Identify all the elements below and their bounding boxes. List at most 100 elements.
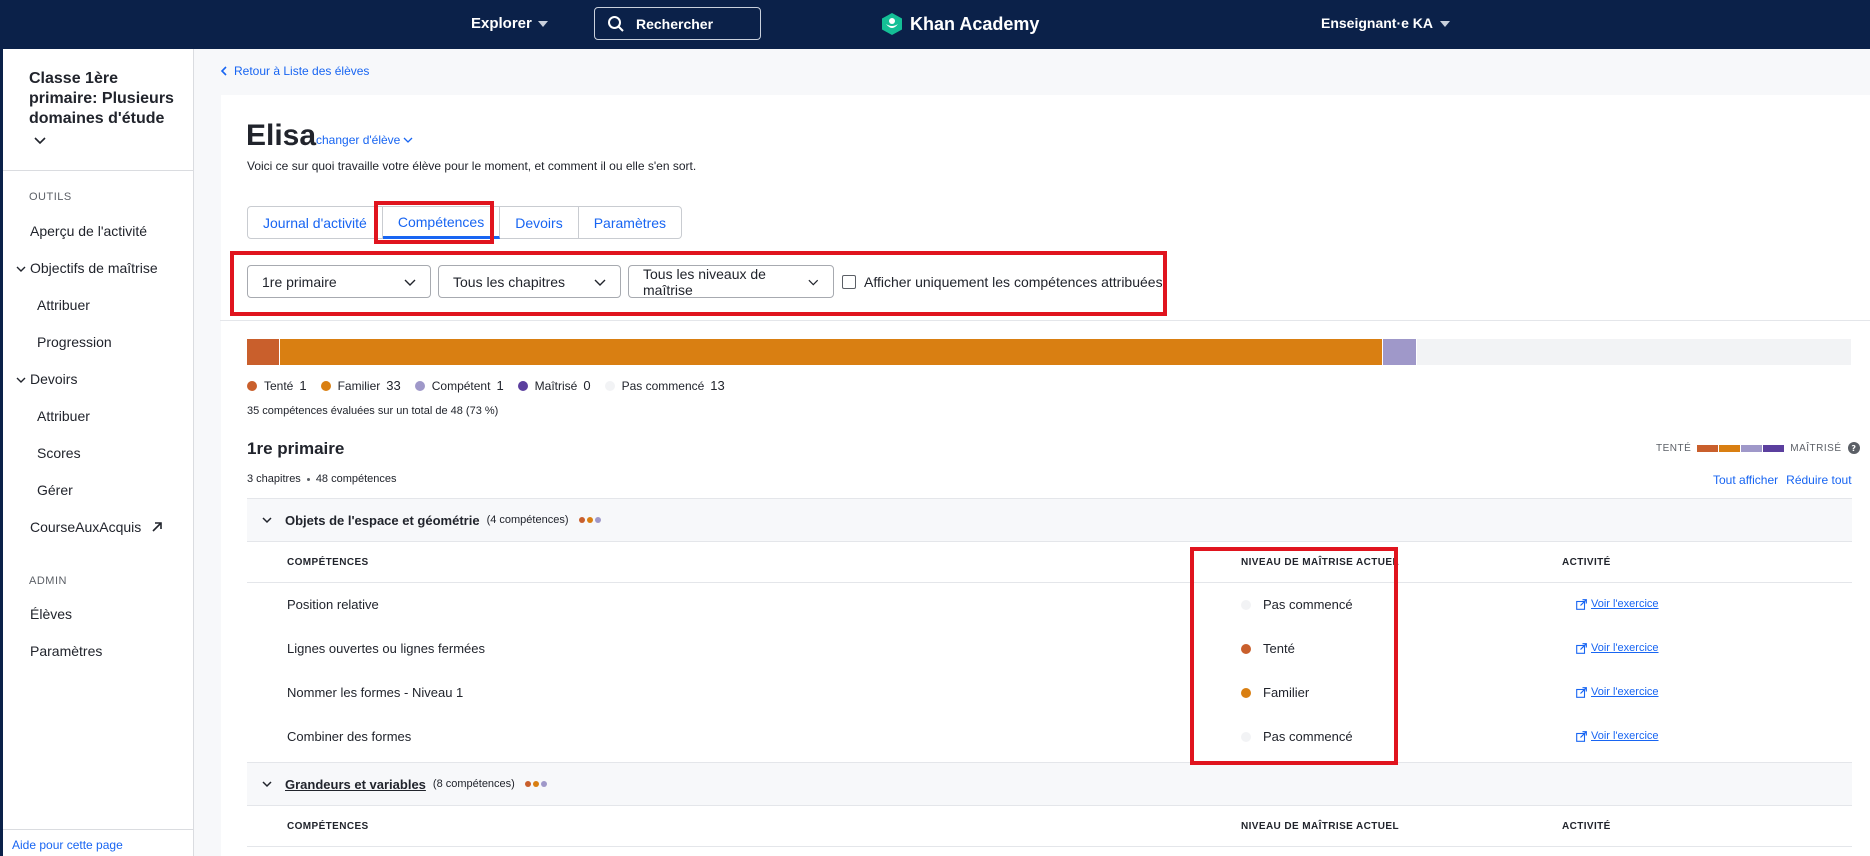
proficient-dot xyxy=(540,781,547,787)
chevron-down-icon[interactable] xyxy=(15,263,27,275)
highlight-box xyxy=(374,201,494,244)
sidebar-item-mastery-assign[interactable]: Attribuer xyxy=(37,297,90,313)
tab-settings[interactable]: Paramètres xyxy=(578,206,683,239)
mastery-progress-bar xyxy=(247,339,1851,365)
sidebar-item-scores[interactable]: Scores xyxy=(37,445,81,461)
skill-row: Position relative Pas commencé Voir l'ex… xyxy=(247,583,1852,627)
skill-name: Lignes ouvertes ou lignes fermées xyxy=(287,641,486,656)
unit-title[interactable]: Grandeurs et variables xyxy=(285,777,426,792)
sidebar-divider xyxy=(3,829,194,830)
chevron-down-icon xyxy=(403,137,413,143)
view-exercise-label: Voir l'exercice xyxy=(1591,730,1659,742)
help-link[interactable]: Aide pour cette page xyxy=(12,838,123,852)
sidebar: Classe 1ère primaire: Plusieurs domaines… xyxy=(0,49,194,856)
collapse-all-link[interactable]: Réduire tout xyxy=(1786,473,1851,487)
scale-segment xyxy=(1763,444,1785,452)
scale-segment xyxy=(1697,444,1719,452)
page-subtitle: Voici ce sur quoi travaille votre élève … xyxy=(247,159,697,173)
class-title[interactable]: Classe 1ère primaire: Plusieurs domaines… xyxy=(29,69,185,129)
brand-name: Khan Academy xyxy=(910,13,1040,34)
attempted-segment xyxy=(247,339,281,365)
unit-skill-count: (8 compétences) xyxy=(432,778,515,790)
sidebar-item-activity[interactable]: Aperçu de l'activité xyxy=(30,223,147,239)
view-exercise-link[interactable]: Voir l'exercice xyxy=(1576,642,1659,654)
change-student-dropdown[interactable]: changer d'élève xyxy=(316,133,413,147)
external-link-icon xyxy=(1576,686,1587,698)
legend-dot xyxy=(247,380,257,391)
account-menu-button[interactable]: Enseignant·e KA xyxy=(1321,15,1451,31)
legend-label: Pas commencé xyxy=(621,378,705,393)
svg-text:?: ? xyxy=(1851,444,1856,453)
chevron-down-icon[interactable] xyxy=(15,374,27,386)
mastery-legend: Tenté 1 Familier 33 Compétent 1 Maîtrisé 0 Pas c… xyxy=(247,378,739,393)
evaluated-summary: 35 compétences évaluées sur un total de … xyxy=(247,405,499,417)
explore-label: Explorer xyxy=(471,15,532,32)
course-challenge-label: CourseAuxAcquis xyxy=(30,519,142,535)
legend-dot xyxy=(517,380,528,391)
search-label: Rechercher xyxy=(636,16,714,32)
sidebar-item-settings[interactable]: Paramètres xyxy=(30,643,102,659)
external-link-icon xyxy=(1576,642,1587,654)
highlight-box xyxy=(1190,547,1398,765)
legend-item: Compétent 1 xyxy=(414,378,504,393)
mastery-scale: TENTÉ MAÎTRISÉ ? xyxy=(1656,442,1860,454)
search-button[interactable]: Rechercher xyxy=(594,7,761,40)
proficient-dot xyxy=(594,517,601,523)
unit-header[interactable]: Objets de l'espace et géométrie (4 compé… xyxy=(247,498,1852,542)
legend-item: Maîtrisé 0 xyxy=(517,378,591,393)
sidebar-item-course-challenge[interactable]: CourseAuxAcquis xyxy=(30,519,163,535)
student-name: Elisa xyxy=(246,119,317,152)
legend-label: Compétent xyxy=(431,378,491,393)
chevron-left-icon xyxy=(220,66,227,76)
skill-name: Position relative xyxy=(287,597,379,612)
chevron-down-icon[interactable] xyxy=(261,778,273,790)
tools-section-label: OUTILS xyxy=(29,191,72,203)
sidebar-item-mastery-goals[interactable]: Objectifs de maîtrise xyxy=(30,260,158,276)
legend-item: Pas commencé 13 xyxy=(604,378,725,393)
legend-label: Tenté xyxy=(264,378,294,393)
activity-column-header: ACTIVITÉ xyxy=(1562,557,1611,568)
legend-dot xyxy=(320,380,331,391)
show-all-link[interactable]: Tout afficher xyxy=(1713,473,1778,487)
main-content: Retour à Liste des élèves Elisa changer … xyxy=(220,49,1870,856)
skill-row: Combiner des formes Pas commencé Voir l'… xyxy=(247,715,1852,759)
view-exercise-link[interactable]: Voir l'exercice xyxy=(1576,598,1659,610)
caret-down-icon xyxy=(537,21,548,28)
external-link-icon xyxy=(152,522,162,532)
unit-header[interactable]: Grandeurs et variables (8 compétences) xyxy=(247,762,1852,806)
scale-segment xyxy=(1719,444,1741,452)
khan-academy-logo-icon xyxy=(882,13,902,35)
skill-row: Nommer les formes - Niveau 1 Familier Vo… xyxy=(247,671,1852,715)
sidebar-item-students[interactable]: Élèves xyxy=(30,606,72,622)
khan-academy-logo[interactable]: Khan Academy xyxy=(880,12,1039,36)
unit-title[interactable]: Objets de l'espace et géométrie xyxy=(285,513,480,528)
skills-column-header: COMPÉTENCES xyxy=(287,557,369,568)
skills-table-header: COMPÉTENCES NIVEAU DE MAÎTRISE ACTUEL AC… xyxy=(247,542,1852,583)
sidebar-item-progress[interactable]: Progression xyxy=(37,334,112,350)
legend-dot xyxy=(414,380,425,391)
account-label: Enseignant·e KA xyxy=(1321,15,1434,31)
help-icon[interactable]: ? xyxy=(1847,442,1860,454)
view-exercise-link[interactable]: Voir l'exercice xyxy=(1576,686,1659,698)
chevron-down-icon[interactable] xyxy=(261,514,273,526)
sidebar-item-assignments[interactable]: Devoirs xyxy=(30,371,77,387)
unit-mastery-dots xyxy=(578,517,601,523)
tab-activity-log[interactable]: Journal d'activité xyxy=(247,206,383,239)
skill-name: Nommer les formes - Niveau 1 xyxy=(287,685,464,700)
back-link[interactable]: Retour à Liste des élèves xyxy=(220,64,369,78)
change-student-label: changer d'élève xyxy=(316,133,401,147)
level-column-header: NIVEAU DE MAÎTRISE ACTUEL xyxy=(1241,821,1399,832)
explore-menu-button[interactable]: Explorer xyxy=(471,15,548,32)
sidebar-item-assignments-assign[interactable]: Attribuer xyxy=(37,408,90,424)
external-link-icon xyxy=(1576,598,1587,610)
view-exercise-label: Voir l'exercice xyxy=(1591,686,1659,698)
chevron-down-icon[interactable] xyxy=(33,134,47,148)
view-exercise-link[interactable]: Voir l'exercice xyxy=(1576,730,1659,742)
skill-name: Combiner des formes xyxy=(287,729,412,744)
legend-dot xyxy=(604,380,615,391)
unit-mastery-dots xyxy=(524,781,547,787)
legend-count: 13 xyxy=(710,378,725,393)
tab-assignments[interactable]: Devoirs xyxy=(500,206,579,239)
sidebar-item-manage[interactable]: Gérer xyxy=(37,482,73,498)
caret-down-icon xyxy=(1440,21,1451,28)
